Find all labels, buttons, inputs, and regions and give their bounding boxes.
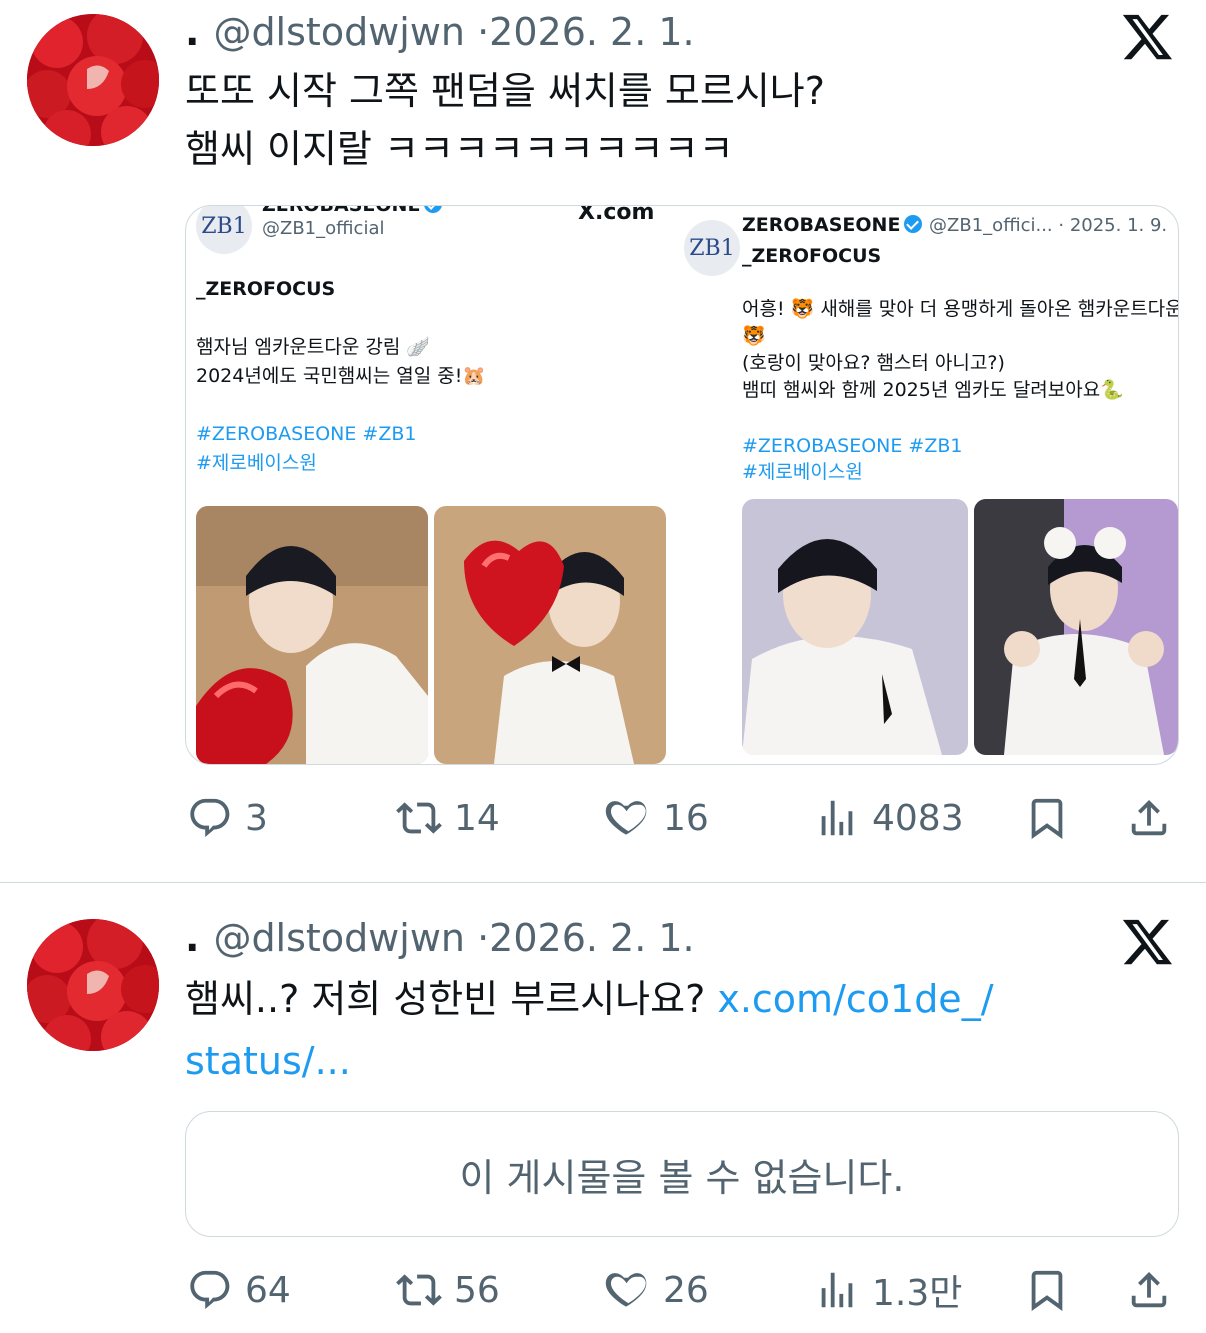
hashtag: #제로베이스원	[196, 452, 317, 474]
photo	[742, 499, 968, 755]
embedded-screenshot-left: ZB1 ZEROBASEONE @ZB1_official X.com _ZER…	[186, 206, 676, 764]
unavailable-post-card: 이 게시물을 볼 수 없습니다.	[185, 1111, 1179, 1237]
embedded-line: 어흥! 🐯 새해를 맞아 더 용맹하게 돌아온 햄카운트다운	[742, 298, 1179, 320]
embedded-line: (호랑이 맞아요? 햄스터 아니고?)	[742, 352, 1005, 374]
meta-dot: .	[185, 10, 200, 54]
views-count: 1.3만	[872, 1273, 963, 1314]
embedded-line: 🐯	[742, 325, 766, 347]
reply-count: 64	[245, 1269, 291, 1311]
embedded-handle-date: @ZB1_offici... · 2025. 1. 9.	[929, 215, 1168, 236]
tweet-text-line-2: 햄씨 이지랄 ㅋㅋㅋㅋㅋㅋㅋㅋㅋㅋ	[185, 127, 734, 171]
photo	[434, 506, 666, 764]
avatar[interactable]	[27, 14, 159, 146]
zb1-logo: ZB1	[684, 220, 740, 276]
hashtag: #ZEROBASEONE #ZB1	[742, 435, 963, 457]
reply-icon	[190, 798, 230, 837]
share-icon	[1131, 1271, 1167, 1308]
tweet-link-continued[interactable]: status/...	[185, 1039, 351, 1083]
x-logo-icon	[1122, 14, 1173, 60]
bookmark-icon	[1031, 798, 1063, 839]
repost-icon	[396, 802, 442, 834]
avatar[interactable]	[27, 919, 159, 1051]
hashtag: #제로베이스원	[742, 461, 863, 483]
tweet-text: 햄씨..? 저희 성한빈 부르시나요? x.com/co1de_/ status…	[185, 968, 994, 1092]
tweet-text-line-1: 또또 시작 그쪽 팬덤을 써치를 모르시나?	[185, 69, 825, 113]
meta-separator: ·	[477, 916, 490, 960]
tweet-meta: . @dlstodwjwn ·2026. 2. 1.	[185, 916, 695, 960]
tweet-2[interactable]: . @dlstodwjwn ·2026. 2. 1. 햄씨..? 저희 성한빈 부…	[0, 883, 1206, 1333]
bookmark-button[interactable]	[1024, 788, 1082, 848]
author-handle[interactable]: @dlstodwjwn	[213, 10, 465, 54]
tweet-actions: 64 56 26 1.3만	[0, 1260, 1206, 1320]
like-count: 26	[663, 1269, 709, 1311]
embedded-line: 햄자님 엠카운트다운 강림 🪽	[196, 336, 431, 358]
verified-badge-icon	[904, 215, 923, 233]
tweet-date[interactable]: 2026. 2. 1.	[489, 10, 694, 54]
zb1-logo: ZB1	[196, 206, 252, 254]
repost-count: 56	[454, 1269, 500, 1311]
like-icon	[605, 801, 647, 835]
embedded-site: X.com	[578, 205, 655, 225]
repost-button[interactable]: 14	[396, 788, 500, 848]
like-button[interactable]: 16	[605, 788, 709, 848]
views-icon	[821, 800, 853, 836]
like-icon	[605, 1273, 647, 1307]
repost-icon	[396, 1274, 442, 1306]
share-icon	[1131, 799, 1167, 836]
tweet-link[interactable]: x.com/co1de_/	[717, 977, 993, 1021]
tweet-text-line-1: 햄씨..? 저희 성한빈 부르시나요?	[185, 977, 718, 1021]
views-icon	[821, 1272, 853, 1308]
tweet-date[interactable]: 2026. 2. 1.	[489, 916, 694, 960]
embedded-screenshot-right: ZB1 ZEROBASEONE @ZB1_offici... · 2025. 1…	[676, 206, 1178, 764]
reply-button[interactable]: 64	[187, 1260, 291, 1320]
tweet-1[interactable]: . @dlstodwjwn ·2026. 2. 1. 또또 시작 그쪽 팬덤을 써…	[0, 0, 1206, 882]
embedded-name: ZEROBASEONE	[262, 206, 443, 216]
embedded-name: ZEROBASEONE @ZB1_offici... · 2025. 1. 9.	[742, 214, 1168, 236]
embedded-line: 2024년에도 국민햄씨는 열일 중!🐹	[196, 365, 487, 387]
tweet-image[interactable]: ZB1 ZEROBASEONE @ZB1_official X.com _ZER…	[185, 205, 1179, 765]
embedded-line: _ZEROFOCUS	[196, 278, 336, 300]
photo	[974, 499, 1178, 755]
embedded-line: 뱀띠 햄씨와 함께 2025년 엠카도 달려보아요🐍	[742, 379, 1124, 401]
verified-badge-icon	[424, 206, 443, 213]
embedded-handle: @ZB1_official	[262, 218, 385, 239]
tweet-meta: . @dlstodwjwn ·2026. 2. 1.	[185, 10, 695, 54]
like-button[interactable]: 26	[605, 1260, 709, 1320]
x-logo-icon	[1122, 919, 1173, 965]
meta-dot: .	[185, 916, 200, 960]
views-button[interactable]: 1.3만	[814, 1260, 962, 1320]
tweet-actions: 3 14 16 4083	[0, 788, 1206, 848]
tweet-text: 또또 시작 그쪽 팬덤을 써치를 모르시나? 햄씨 이지랄 ㅋㅋㅋㅋㅋㅋㅋㅋㅋㅋ	[185, 62, 825, 178]
meta-separator: ·	[477, 10, 490, 54]
reply-icon	[190, 1270, 230, 1309]
repost-button[interactable]: 56	[396, 1260, 500, 1320]
bookmark-button[interactable]	[1024, 1260, 1082, 1320]
share-button[interactable]	[1126, 1260, 1184, 1320]
embedded-line: _ZEROFOCUS	[742, 245, 882, 267]
bookmark-icon	[1031, 1270, 1063, 1311]
share-button[interactable]	[1126, 788, 1184, 848]
like-count: 16	[663, 797, 709, 839]
reply-count: 3	[245, 797, 268, 839]
photo	[196, 506, 428, 764]
views-button[interactable]: 4083	[814, 788, 964, 848]
author-handle[interactable]: @dlstodwjwn	[213, 916, 465, 960]
repost-count: 14	[454, 797, 500, 839]
reply-button[interactable]: 3	[187, 788, 268, 848]
views-count: 4083	[872, 797, 964, 839]
hashtag: #ZEROBASEONE #ZB1	[196, 423, 417, 445]
